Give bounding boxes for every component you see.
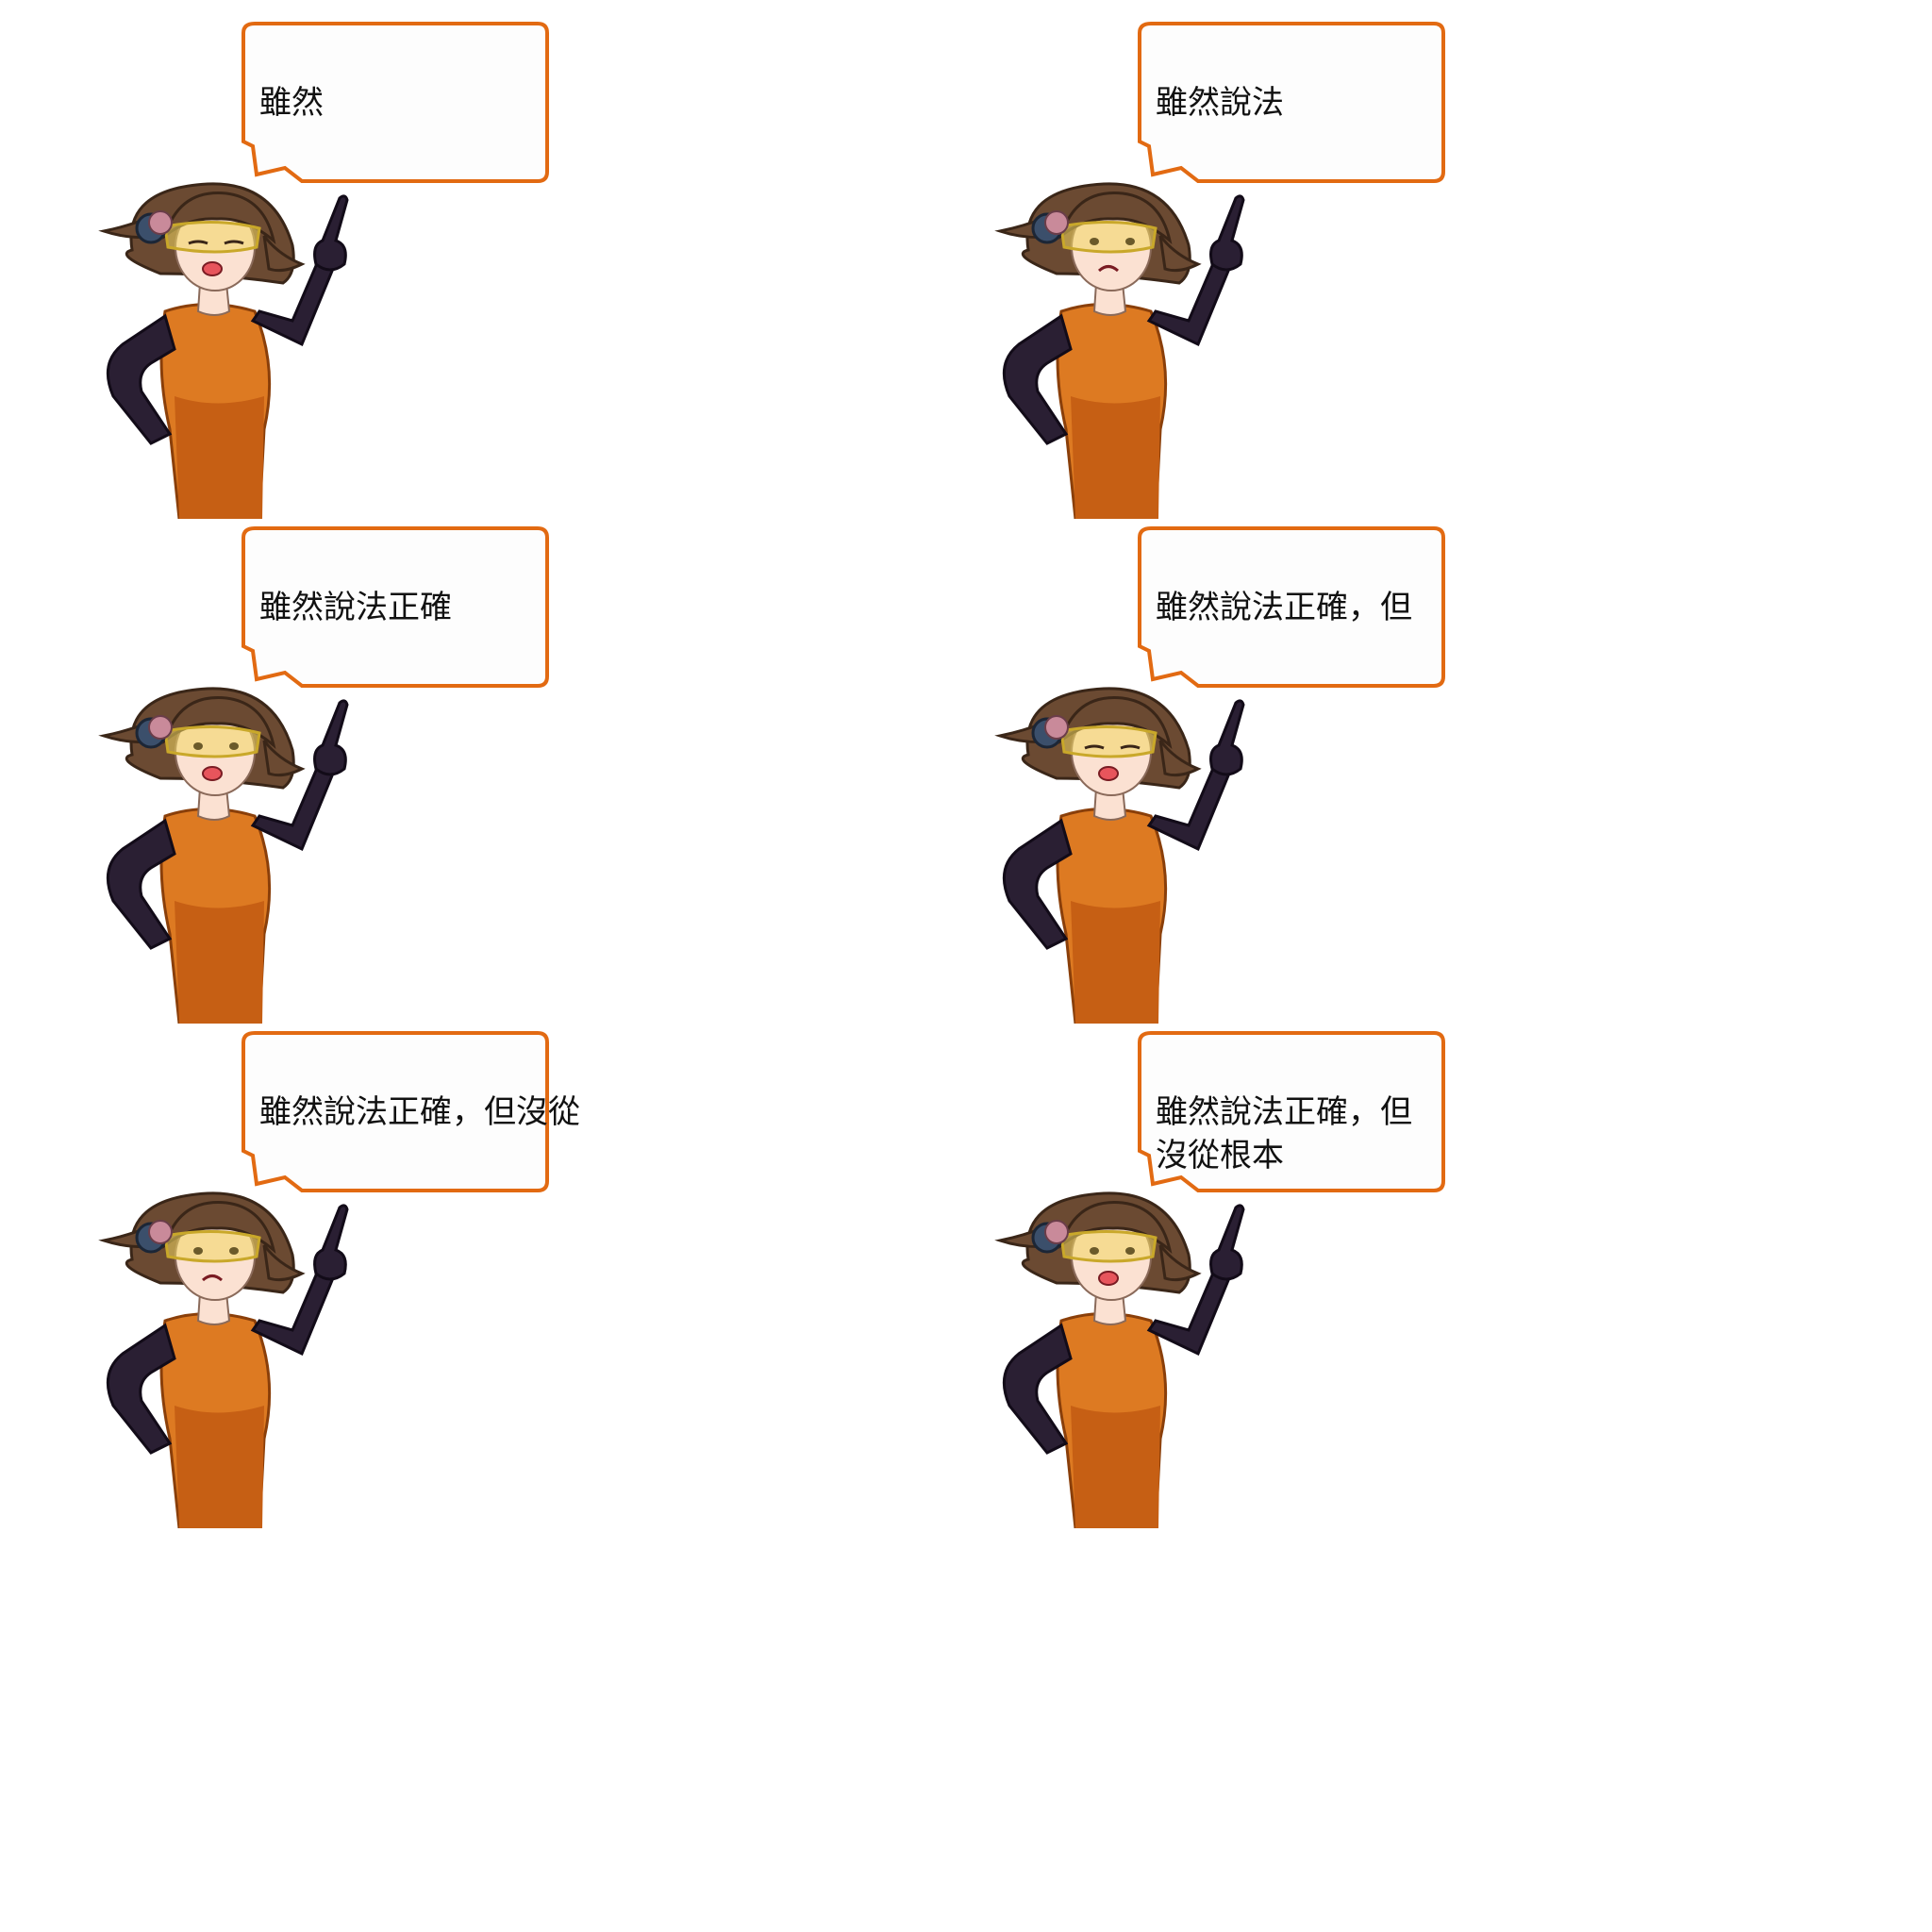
bubble-text: 雖然說法正確	[259, 589, 452, 626]
character-illustration	[102, 182, 349, 519]
comic-frame-4: 雖然說法正確，但	[972, 524, 1557, 1033]
comic-frame-3: 雖然說法正確	[75, 524, 660, 1033]
bubble-text: 雖然說法正確，但	[1156, 589, 1412, 626]
character-illustration	[998, 182, 1245, 519]
comic-frame-1: 雖然	[75, 19, 660, 528]
character-illustration	[998, 1191, 1245, 1528]
bubble-text: 雖然說法正確，但沒從根本	[1156, 1093, 1412, 1174]
bubble-text: 雖然說法正確，但沒從	[259, 1093, 580, 1131]
character-illustration	[102, 687, 349, 1024]
comic-frame-6: 雖然說法正確，但沒從根本	[972, 1028, 1557, 1538]
character-illustration	[102, 1191, 349, 1528]
comic-frame-2: 雖然說法	[972, 19, 1557, 528]
comic-frame-5: 雖然說法正確，但沒從	[75, 1028, 660, 1538]
open-mouth	[202, 261, 223, 276]
bubble-text: 雖然說法	[1156, 84, 1284, 122]
bubble-text: 雖然	[259, 84, 324, 122]
character-illustration	[998, 687, 1245, 1024]
